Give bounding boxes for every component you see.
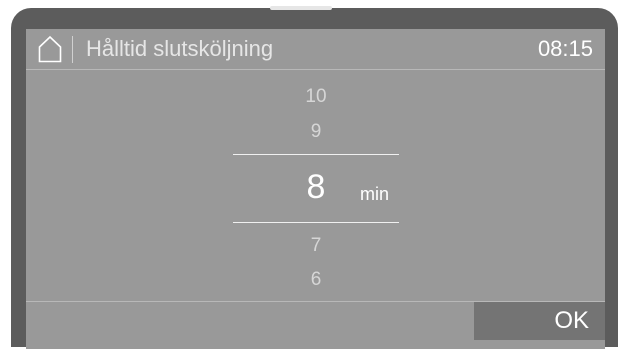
home-icon[interactable] xyxy=(38,35,62,63)
display-screen: Hålltid slutsköljning 08:15 10 9 8 min 7… xyxy=(26,29,605,349)
selection-line-bottom xyxy=(233,222,399,223)
clock: 08:15 xyxy=(537,36,593,61)
selection-line-top xyxy=(233,154,399,155)
picker-option[interactable]: 6 xyxy=(233,268,399,292)
picker-unit: min xyxy=(360,184,390,204)
page-title: Hålltid slutsköljning xyxy=(86,36,274,61)
ok-button[interactable]: OK xyxy=(474,302,605,340)
time-picker[interactable]: 10 9 8 min 7 6 xyxy=(233,79,399,294)
header-divider xyxy=(72,36,73,63)
picker-option[interactable]: 7 xyxy=(233,234,399,258)
drag-handle[interactable] xyxy=(270,6,332,10)
picker-option[interactable]: 9 xyxy=(233,120,399,144)
header-divider-line xyxy=(26,69,605,70)
header-bar: Hålltid slutsköljning 08:15 xyxy=(26,29,605,69)
footer-bar: OK xyxy=(26,302,605,340)
picker-option[interactable]: 10 xyxy=(233,85,399,109)
device-bezel: Hålltid slutsköljning 08:15 10 9 8 min 7… xyxy=(11,6,618,349)
